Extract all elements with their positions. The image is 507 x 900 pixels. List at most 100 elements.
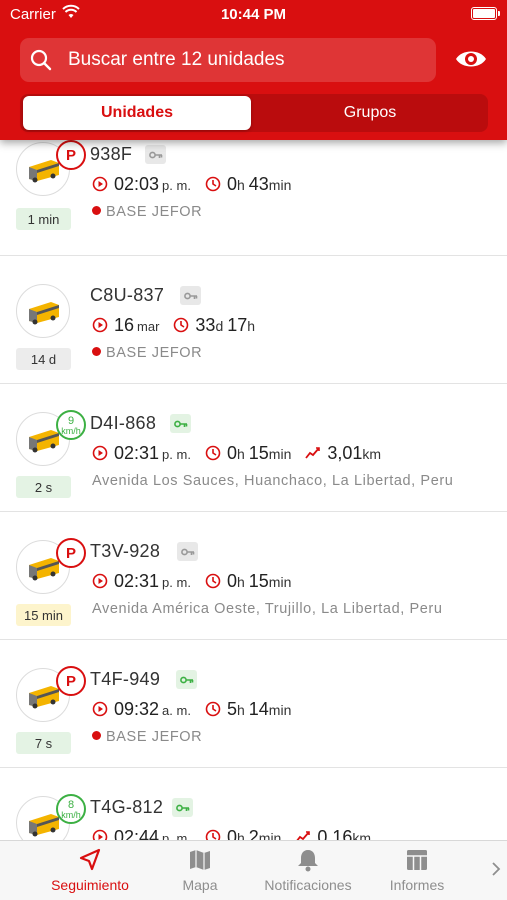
units-list: P 1 min 938F 02:03 p. m. 0h 43 min BASE J…: [0, 140, 507, 840]
clock-icon: [205, 573, 221, 589]
tab-label: Seguimiento: [51, 877, 129, 893]
duration-value-2: 14: [248, 699, 269, 719]
clock-icon: [205, 701, 221, 717]
unit-row[interactable]: 14 d C8U-837 16 mar 33 d 17 h BASE JEFOR: [0, 256, 507, 384]
duration-unit-2: min: [268, 177, 292, 193]
unit-location: BASE JEFOR: [92, 345, 202, 361]
status-bar: Carrier 10:44 PM: [0, 4, 507, 26]
duration-value-1: 0: [226, 174, 237, 194]
tab-label: Informes: [389, 877, 445, 893]
clock-icon: [174, 317, 189, 333]
unit-name: T3V-928: [90, 541, 161, 561]
tab-informes[interactable]: Informes: [367, 845, 467, 897]
speed-badge: 9 km/h: [56, 410, 86, 440]
last-update-tag: 1 min: [16, 208, 71, 230]
duration-value-1: 0: [226, 443, 237, 463]
trend-line-icon: [296, 831, 311, 840]
event-time: 16: [114, 315, 135, 335]
event-time-suffix: p. m.: [162, 831, 191, 840]
play-clock-icon: [92, 317, 108, 333]
geofence-dot: [92, 206, 101, 215]
key-icon: [180, 286, 201, 305]
map-icon: [190, 850, 210, 870]
location-text: BASE JEFOR: [106, 729, 203, 745]
segment-grupos[interactable]: Grupos: [256, 96, 484, 130]
event-time: 09:32: [114, 699, 160, 719]
key-icon: [145, 145, 166, 164]
navigation-arrow-icon: [79, 848, 101, 871]
trend-line-icon: [305, 447, 321, 459]
key-icon: [176, 670, 197, 689]
geofence-dot: [92, 347, 101, 356]
truck-icon: [29, 430, 59, 453]
last-update-tag: 15 min: [16, 604, 71, 626]
duration-value-2: 15: [248, 443, 269, 463]
duration-unit-2: min: [268, 574, 292, 590]
last-update-tag: 14 d: [16, 348, 71, 370]
unit-name: 938F: [90, 144, 133, 164]
search-placeholder: Buscar entre 12 unidades: [68, 49, 285, 70]
unit-row[interactable]: 8 km/h T4G-812 02:44 p. m. 0h 2 min 0,16 km: [0, 768, 507, 840]
tab-seguimiento[interactable]: Seguimiento: [40, 845, 140, 897]
distance-value: 3,01: [327, 443, 363, 463]
play-clock-icon: [92, 176, 108, 192]
duration-unit-1: h: [236, 830, 245, 840]
battery-icon: [471, 7, 500, 20]
duration-unit-2: h: [247, 318, 256, 334]
parked-badge: P: [56, 666, 86, 696]
key-icon: [177, 542, 198, 561]
play-clock-icon: [92, 445, 108, 461]
duration-unit-2: min: [258, 830, 282, 840]
tab-bar: Seguimiento Mapa Notificaciones Informes: [0, 840, 507, 900]
event-time-suffix: mar: [137, 319, 160, 334]
duration-value-2: 43: [248, 174, 269, 194]
unit-row[interactable]: P 15 min T3V-928 02:31 p. m. 0h 15 min Av…: [0, 512, 507, 640]
unit-meta: 02:31 p. m. 0h 15 min: [92, 571, 291, 593]
parked-badge: P: [56, 538, 86, 568]
unit-name: T4F-949: [90, 669, 161, 689]
event-time-suffix: p. m.: [162, 178, 191, 193]
duration-value-2: 17: [227, 315, 248, 335]
segment-unidades[interactable]: Unidades: [23, 96, 251, 130]
parked-badge: P: [56, 140, 86, 170]
truck-icon: [29, 160, 59, 183]
duration-unit-1: h: [236, 177, 245, 193]
event-time-suffix: p. m.: [162, 447, 191, 462]
play-clock-icon: [92, 701, 108, 717]
event-time: 02:31: [114, 571, 160, 591]
last-update-tag: 7 s: [16, 732, 71, 754]
unit-row[interactable]: P 1 min 938F 02:03 p. m. 0h 43 min BASE J…: [0, 140, 507, 256]
clock-icon: [205, 176, 221, 192]
app-header: Carrier 10:44 PM Buscar entre 12 unidade…: [0, 0, 507, 140]
unit-row[interactable]: P 7 s T4F-949 09:32 a. m. 5h 14 min BASE …: [0, 640, 507, 768]
duration-unit-2: min: [268, 702, 292, 718]
unit-meta: 02:44 p. m. 0h 2 min 0,16 km: [92, 827, 371, 840]
tab-notificaciones[interactable]: Notificaciones: [258, 845, 358, 897]
search-input[interactable]: Buscar entre 12 unidades: [20, 38, 436, 82]
eye-icon[interactable]: [454, 45, 488, 73]
chevron-right-icon[interactable]: [491, 861, 501, 877]
event-time-suffix: a. m.: [162, 703, 191, 718]
segmented-control: Unidades Grupos: [20, 94, 488, 132]
unit-row[interactable]: 9 km/h 2 s D4I-868 02:31 p. m. 0h 15 min 3…: [0, 384, 507, 512]
duration-unit-1: h: [236, 574, 245, 590]
tab-mapa[interactable]: Mapa: [150, 845, 250, 897]
event-time-suffix: p. m.: [162, 575, 191, 590]
clock-icon: [205, 829, 221, 840]
duration-unit-1: d: [215, 318, 224, 334]
status-time: 10:44 PM: [220, 6, 287, 23]
clock-icon: [205, 445, 221, 461]
truck-icon: [29, 302, 59, 325]
key-icon: [170, 414, 191, 433]
event-time: 02:03: [114, 174, 160, 194]
location-text: BASE JEFOR: [106, 345, 203, 361]
unit-location: Avenida Los Sauces, Huanchaco, La Libert…: [92, 473, 454, 489]
distance-value: 0,16: [317, 827, 353, 840]
bell-icon: [298, 850, 318, 872]
duration-value-1: 33: [195, 315, 216, 335]
truck-icon: [29, 558, 59, 581]
duration-value-1: 0: [226, 827, 237, 840]
event-time: 02:44: [114, 827, 160, 840]
duration-value-1: 0: [226, 571, 237, 591]
search-icon: [30, 49, 52, 71]
